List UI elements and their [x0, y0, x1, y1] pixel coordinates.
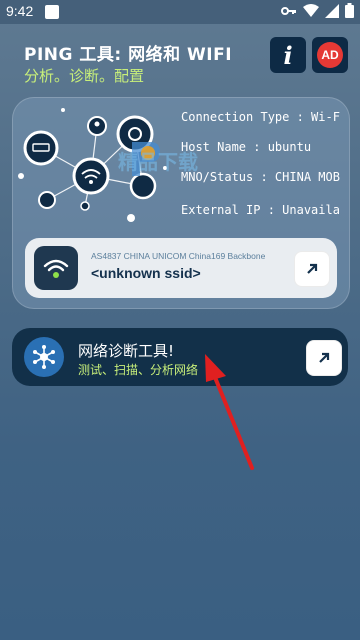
network-hub-icon	[24, 337, 64, 377]
status-time: 9:42	[6, 3, 34, 19]
network-diagnostic-tool-card[interactable]: 网络诊断工具! 测试、扫描、分析网络	[12, 328, 348, 386]
host-name: Host Name : ubuntu	[181, 140, 312, 154]
wifi-network-icon	[34, 246, 78, 290]
wifi-network-card[interactable]: AS4837 CHINA UNICOM China169 Backbone <u…	[25, 238, 337, 298]
connection-type: Connection Type : Wi-F	[181, 110, 340, 124]
signal-icon	[325, 3, 339, 18]
key-icon	[281, 6, 296, 15]
wifi-icon	[303, 4, 319, 17]
mno-status: MNO/Status : CHINA MOB	[181, 170, 340, 184]
app-subtitle: 分析。诊断。配置	[24, 67, 145, 85]
app-title: PING 工具: 网络和 WIFI	[24, 45, 233, 65]
info-icon: i	[283, 40, 293, 70]
status-icons	[281, 3, 354, 18]
annotation-arrow-icon	[205, 354, 254, 470]
open-wifi-details-button[interactable]	[294, 251, 330, 287]
notification-icon	[45, 5, 59, 19]
ad-icon: AD	[317, 42, 343, 68]
ssid-label: <unknown ssid>	[91, 265, 201, 281]
connection-info-card: 精品下载 Connection Type : Wi-F Host Name : …	[12, 97, 350, 309]
status-bar: 9:42	[0, 0, 360, 24]
external-ip: External IP : Unavaila	[181, 203, 340, 217]
arrow-up-right-icon	[319, 352, 330, 363]
remove-ads-button[interactable]: AD	[312, 37, 348, 73]
arrow-up-right-icon	[307, 263, 318, 274]
tool-subtitle: 测试、扫描、分析网络	[78, 363, 199, 377]
info-button[interactable]: i	[270, 37, 306, 73]
battery-icon	[345, 3, 354, 18]
tool-title: 网络诊断工具!	[78, 342, 175, 360]
open-tool-button[interactable]	[306, 340, 342, 376]
backbone-label: AS4837 CHINA UNICOM China169 Backbone	[91, 251, 266, 261]
